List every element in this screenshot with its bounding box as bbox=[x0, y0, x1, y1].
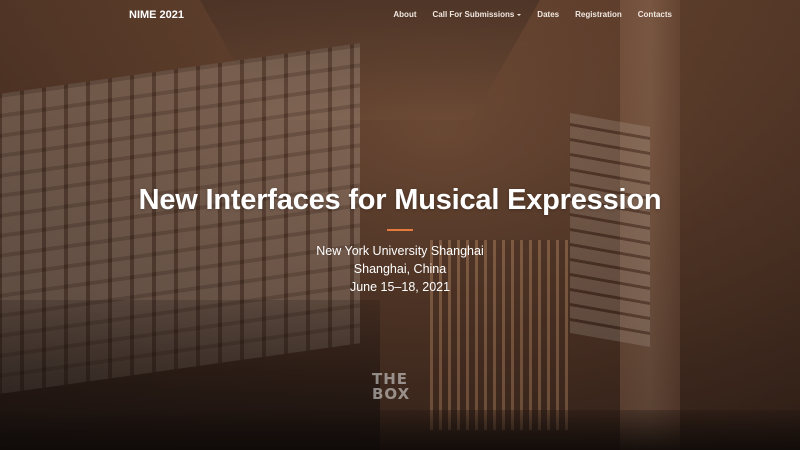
hero-section: THE BOX NIME 2021 About Call For Submiss… bbox=[0, 0, 800, 450]
venue-text: New York University Shanghai bbox=[316, 244, 484, 258]
event-info: New York University Shanghai Shanghai, C… bbox=[0, 242, 800, 296]
nav-item-label: Registration bbox=[575, 10, 622, 19]
the-box-sign: THE BOX bbox=[372, 372, 410, 402]
navbar: NIME 2021 About Call For Submissions Dat… bbox=[0, 0, 800, 32]
floor bbox=[0, 410, 800, 450]
location-text: Shanghai, China bbox=[353, 262, 447, 276]
dates-text: June 15–18, 2021 bbox=[349, 280, 451, 294]
page-title: New Interfaces for Musical Expression bbox=[138, 184, 662, 216]
chevron-down-icon bbox=[517, 14, 522, 16]
nav-item-contacts[interactable]: Contacts bbox=[638, 10, 672, 19]
nav-item-dates[interactable]: Dates bbox=[537, 10, 559, 19]
pillar bbox=[620, 0, 680, 450]
right-screens bbox=[570, 112, 650, 348]
video-wall bbox=[0, 43, 360, 397]
background-photo: THE BOX bbox=[0, 0, 800, 450]
nav-item-label: Contacts bbox=[637, 10, 672, 19]
brand-link[interactable]: NIME 2021 bbox=[129, 9, 184, 21]
nav-item-call-for-submissions[interactable]: Call For Submissions bbox=[433, 10, 522, 19]
the-box-sign-text: THE BOX bbox=[372, 370, 411, 403]
wall-shadow bbox=[0, 300, 380, 450]
nav-item-label: Call For Submissions bbox=[432, 10, 515, 19]
nav-item-registration[interactable]: Registration bbox=[575, 10, 622, 19]
nav-item-about[interactable]: About bbox=[393, 10, 416, 19]
nav-links: About Call For Submissions Dates Registr… bbox=[377, 10, 672, 19]
accent-divider bbox=[387, 229, 413, 231]
nav-item-label: About bbox=[393, 10, 417, 19]
nav-item-label: Dates bbox=[537, 10, 560, 19]
